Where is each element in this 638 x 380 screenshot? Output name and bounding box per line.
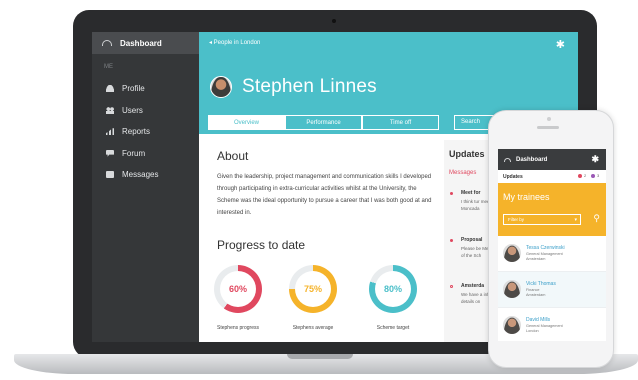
phone-speaker	[537, 126, 559, 129]
phone-screen: Dashboard ✱ Updates 2 3 My trainees Filt…	[498, 149, 606, 341]
gear-icon[interactable]: ✱	[556, 40, 565, 51]
update-title: Meet for	[461, 190, 481, 196]
sidebar-item-label: Reports	[122, 127, 151, 137]
phone-dashboard-label[interactable]: Dashboard	[516, 157, 547, 163]
users-icon	[106, 106, 114, 114]
progress-ring: 80%	[369, 265, 417, 313]
tab-messages[interactable]: Messages	[449, 170, 476, 176]
gauge-icon	[102, 40, 112, 46]
breadcrumb[interactable]: ◂ People in London	[209, 39, 260, 46]
filter-label: Filter by	[508, 217, 525, 222]
chevron-down-icon: ▾	[574, 217, 577, 223]
ring-value: 75%	[303, 284, 322, 294]
sidebar-item-label: Users	[122, 105, 143, 115]
about-text: Given the leadership, project management…	[217, 174, 432, 216]
sidebar-item-users[interactable]: Users	[92, 100, 199, 122]
read-dot-icon	[450, 285, 453, 288]
update-title: Proposal	[461, 237, 483, 243]
sidebar-item-dashboard[interactable]: Dashboard	[92, 32, 199, 54]
trainees-title: My trainees	[503, 192, 550, 202]
stage: Dashboard ME Profile Users Reports Forum	[0, 0, 638, 380]
progress-heading: Progress to date	[217, 238, 306, 252]
profile-icon	[106, 85, 114, 93]
ring-label: Stephens average	[292, 325, 334, 331]
ring-value: 60%	[228, 284, 247, 294]
tab-performance[interactable]: Performance	[285, 115, 362, 130]
sidebar-item-label: Messages	[122, 170, 159, 180]
updates-heading: Updates	[449, 149, 485, 159]
sidebar-item-label: Forum	[122, 148, 146, 158]
dashboard-label: Dashboard	[120, 38, 162, 48]
about-heading: About	[217, 149, 249, 163]
gear-icon[interactable]: ✱	[591, 154, 599, 165]
ring-value: 80%	[383, 284, 402, 294]
avatar	[503, 244, 521, 262]
list-item[interactable]: Tessa Czerwinski General Management Amste…	[498, 236, 606, 272]
sidebar-item-reports[interactable]: Reports	[92, 121, 199, 143]
tab-overview[interactable]: Overview	[208, 115, 285, 130]
trainee-name: Tessa Czerwinski	[526, 245, 565, 251]
list-item[interactable]: Vicki Thomas Finance Amsterdam	[498, 272, 606, 308]
tab-bar: Overview Performance Time off	[208, 115, 439, 130]
laptop-notch	[287, 354, 353, 359]
trainees-header: My trainees Filter by ▾ ⚲	[498, 183, 606, 236]
unread-dot-icon	[450, 239, 453, 242]
phone-topbar: Dashboard ✱	[498, 149, 606, 170]
avatar	[503, 280, 521, 298]
purple-badge-icon	[591, 174, 595, 178]
phone-camera	[547, 117, 551, 121]
list-item[interactable]: David Mills General Management London	[498, 308, 606, 341]
avatar	[210, 76, 232, 98]
filter-select[interactable]: Filter by ▾	[503, 214, 581, 225]
trainee-name: David Mills	[526, 317, 551, 323]
tab-time-off[interactable]: Time off	[362, 115, 439, 130]
sidebar-item-forum[interactable]: Forum	[92, 143, 199, 165]
trainee-details: General Management London	[526, 324, 563, 333]
badge-count: 2	[584, 173, 587, 178]
reports-icon	[106, 128, 114, 136]
red-badge-icon	[578, 174, 582, 178]
sidebar: Dashboard ME Profile Users Reports Forum	[92, 32, 199, 342]
gauge-icon	[504, 157, 511, 162]
trainee-details: Finance Amsterdam	[526, 288, 546, 297]
phone-device: Dashboard ✱ Updates 2 3 My trainees Filt…	[488, 110, 614, 368]
progress-ring: 60%	[214, 265, 262, 313]
sidebar-section-label: ME	[104, 64, 113, 70]
ring-label: Stephens progress	[217, 325, 259, 331]
sidebar-item-messages[interactable]: Messages	[92, 164, 199, 186]
laptop-camera	[332, 19, 336, 23]
search-icon[interactable]: ⚲	[593, 213, 600, 224]
avatar	[503, 316, 521, 334]
trainee-details: General Management Amsterdam	[526, 252, 563, 261]
messages-icon	[106, 171, 114, 179]
badge-count: 3	[597, 173, 600, 178]
forum-icon	[106, 149, 114, 157]
page-title: Stephen Linnes	[242, 76, 377, 97]
progress-ring: 75%	[289, 265, 337, 313]
phone-updates-bar[interactable]: Updates 2 3	[498, 170, 606, 183]
sidebar-item-label: Profile	[122, 84, 145, 94]
sidebar-item-profile[interactable]: Profile	[92, 78, 199, 100]
phone-updates-label: Updates	[503, 173, 523, 180]
unread-dot-icon	[450, 192, 453, 195]
trainee-name: Vicki Thomas	[526, 281, 556, 287]
ring-label: Scheme target	[376, 325, 410, 331]
update-title: Amsterda	[461, 283, 485, 289]
